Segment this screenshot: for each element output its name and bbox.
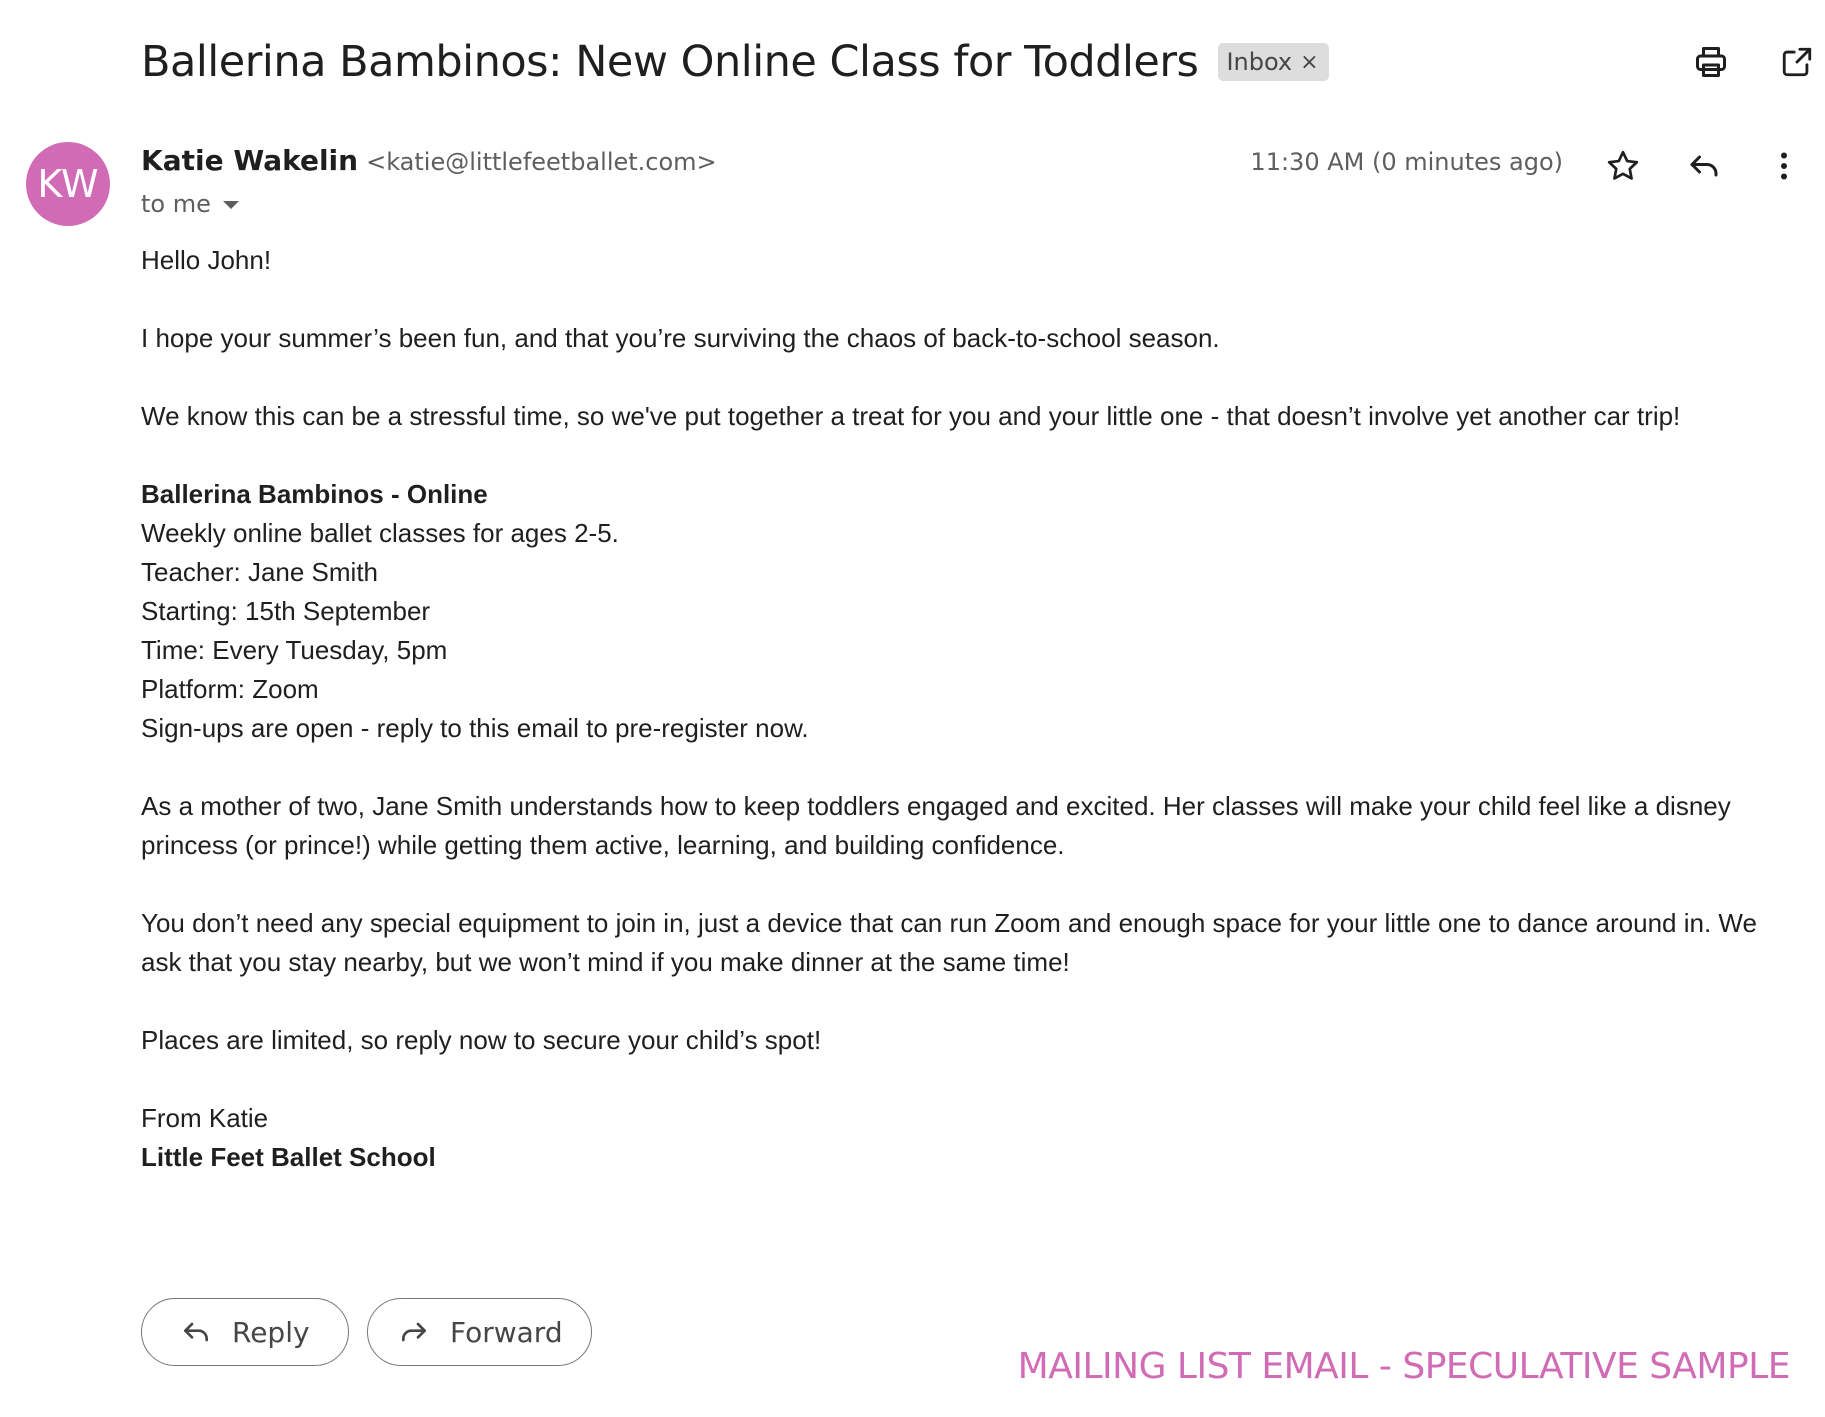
body-paragraph-1: I hope your summer’s been fun, and that … <box>141 323 1220 353</box>
class-detail-line: Sign-ups are open - reply to this email … <box>141 713 809 743</box>
label-text: Inbox <box>1226 48 1293 76</box>
class-detail-line: Teacher: Jane Smith <box>141 557 379 587</box>
reply-header-button[interactable] <box>1682 144 1726 188</box>
body-paragraph-2: We know this can be a stressful time, so… <box>141 401 1681 431</box>
remove-label-icon[interactable]: × <box>1300 50 1318 75</box>
print-icon <box>1696 47 1726 77</box>
forward-icon <box>398 1316 430 1348</box>
recipient-text: to me <box>141 190 211 218</box>
sender-avatar[interactable]: KW <box>26 142 110 226</box>
body-paragraph-5: Places are limited, so reply now to secu… <box>141 1025 822 1055</box>
sender-line: Katie Wakelin <katie@littlefeetballet.co… <box>141 144 717 177</box>
open-in-new-window-button[interactable] <box>1777 42 1817 82</box>
signoff: From Katie <box>141 1103 269 1133</box>
email-subject: Ballerina Bambinos: New Online Class for… <box>141 37 1199 87</box>
sample-watermark: MAILING LIST EMAIL - SPECULATIVE SAMPLE <box>1017 1346 1791 1387</box>
recipient-details-toggle[interactable]: to me <box>141 190 239 218</box>
chevron-down-icon <box>222 201 239 209</box>
class-detail-line: Starting: 15th September <box>141 596 431 626</box>
more-vert-icon <box>1781 152 1787 180</box>
body-paragraph-4: You don’t need any special equipment to … <box>141 908 1757 977</box>
class-detail-line: Platform: Zoom <box>141 674 319 704</box>
class-title: Ballerina Bambinos - Online <box>141 479 488 509</box>
star-button[interactable] <box>1601 144 1645 188</box>
class-detail-line: Weekly online ballet classes for ages 2-… <box>141 518 619 548</box>
email-body: Hello John! I hope your summer’s been fu… <box>141 241 1781 1216</box>
open-in-new-window-icon <box>1782 47 1812 77</box>
signature-block: From Katie Little Feet Ballet School <box>141 1099 1781 1177</box>
print-all-button[interactable] <box>1691 42 1731 82</box>
star-icon <box>1607 150 1639 180</box>
more-options-button[interactable] <box>1762 144 1806 188</box>
signature: Little Feet Ballet School <box>141 1142 436 1172</box>
sender-name[interactable]: Katie Wakelin <box>141 144 358 177</box>
reply-icon <box>1690 155 1718 177</box>
greeting: Hello John! <box>141 245 272 275</box>
email-timestamp: 11:30 AM (0 minutes ago) <box>1250 148 1563 176</box>
class-details: Ballerina Bambinos - Online Weekly onlin… <box>141 475 1781 748</box>
forward-button[interactable]: Forward <box>367 1298 592 1366</box>
email-subject-row: Ballerina Bambinos: New Online Class for… <box>141 30 1329 94</box>
reply-button[interactable]: Reply <box>141 1298 349 1366</box>
reply-icon <box>180 1316 212 1348</box>
inbox-label-chip[interactable]: Inbox × <box>1218 43 1329 81</box>
forward-label: Forward <box>450 1315 563 1349</box>
body-paragraph-3: As a mother of two, Jane Smith understan… <box>141 791 1731 860</box>
class-detail-line: Time: Every Tuesday, 5pm <box>141 635 448 665</box>
sender-email[interactable]: <katie@littlefeetballet.com> <box>366 148 717 176</box>
reply-label: Reply <box>232 1315 310 1349</box>
